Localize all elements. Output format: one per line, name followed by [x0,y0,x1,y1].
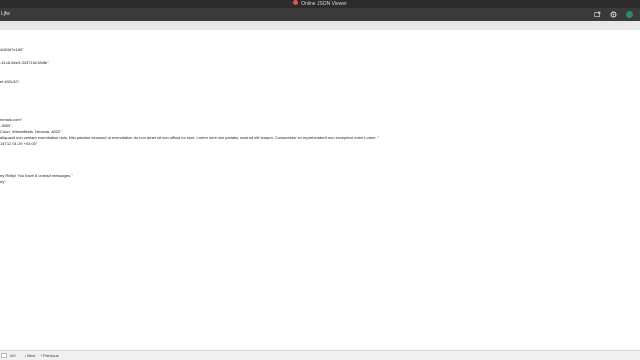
address-bar[interactable]: Ljfw [1,8,10,21]
json-line: Court, Wheatfields, Nevada, 4822", [0,129,63,134]
json-line: aliquanit non veniam exercitation duis. … [0,135,380,140]
opera-logo-icon [293,0,299,6]
json-line: -41c6-8ee3-34371621fb8b" [0,60,49,65]
extensions-icon[interactable] [594,11,601,18]
find-input[interactable] [1,353,7,358]
window-title: Online JSON Viewer [301,1,347,7]
next-label: Next [27,353,36,358]
profile-avatar[interactable] [626,11,633,18]
previous-label: Previous [43,353,59,358]
json-line: mmalo.com" [0,117,23,122]
json-viewer-content: 4d5467e189" -41c6-8ee3-34371621fb8b" et #3… [0,30,640,350]
arrow-up-icon: ↑ [40,353,42,358]
json-line: ey" [0,179,6,184]
gear-icon[interactable] [610,11,617,18]
json-line: 14T12 01:29 +03:00" [0,141,38,146]
tab-strip [0,21,640,30]
title-bar: Online JSON Viewer [0,0,640,8]
next-button[interactable]: ↓Next [24,351,35,360]
json-line: ey Reilly! You have 6 unread messages." [0,173,73,178]
arrow-down-icon: ↓ [24,353,26,358]
json-line: 4d5467e189" [0,47,24,52]
previous-button[interactable]: ↑Previous [40,351,59,360]
find-bar: 0/0 ↓Next ↑Previous [0,350,640,360]
json-line: -3560", [0,123,13,128]
browser-toolbar: Ljfw [0,8,640,21]
json-line: et #32c32", [0,79,21,84]
find-count: 0/0 [10,353,16,358]
